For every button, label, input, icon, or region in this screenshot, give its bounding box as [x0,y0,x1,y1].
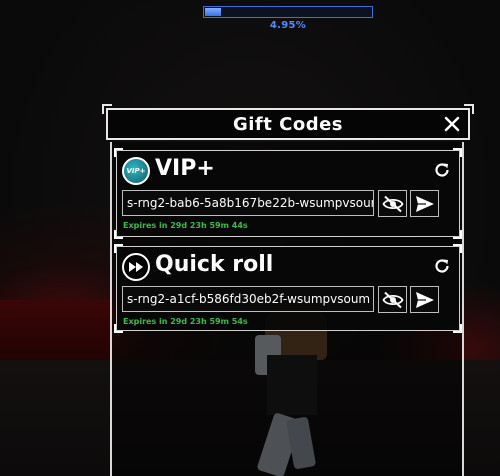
gift-code-title: VIP+ [155,156,215,181]
refresh-icon [435,163,449,177]
vip-badge-text: VIP+ [126,167,146,175]
send-code-button[interactable] [410,190,439,217]
game-scene: 4.95% Gift Codes VIP+ VIP+ s-rng2-bab6-5… [0,0,500,476]
gift-code-field[interactable]: s-rng2-bab6-5a8b167be22b-wsumpvsoum [122,190,374,216]
hide-code-button[interactable] [378,190,407,217]
hide-code-button[interactable] [378,286,407,313]
progress-label: 4.95% [269,20,307,31]
progress-bar [203,6,373,18]
eye-off-icon [381,291,404,308]
panel-header: Gift Codes [102,104,474,140]
close-icon [444,116,460,132]
refresh-button[interactable] [433,161,451,179]
gift-code-card-vip: VIP+ VIP+ s-rng2-bab6-5a8b167be22b-wsump… [114,148,462,239]
gift-code-field[interactable]: s-rng2-a1cf-b586fd30eb2f-wsumpvsoum [122,286,374,312]
eye-off-icon [381,195,404,212]
progress-bar-fill [205,8,222,16]
refresh-button[interactable] [433,257,451,275]
send-icon [415,195,434,212]
send-code-button[interactable] [410,286,439,313]
send-icon [415,291,434,308]
refresh-icon [435,259,449,273]
expiry-text: Expires in 29d 23h 59m 54s [123,317,248,326]
panel-title: Gift Codes [232,114,344,135]
vip-badge-icon: VIP+ [122,157,150,185]
gift-code-card-quick-roll: Quick roll s-rng2-a1cf-b586fd30eb2f-wsum… [114,244,462,333]
gift-code-title: Quick roll [155,252,274,277]
expiry-text: Expires in 29d 23h 59m 44s [123,221,248,230]
close-button[interactable] [440,112,464,136]
fast-forward-icon [122,253,150,281]
